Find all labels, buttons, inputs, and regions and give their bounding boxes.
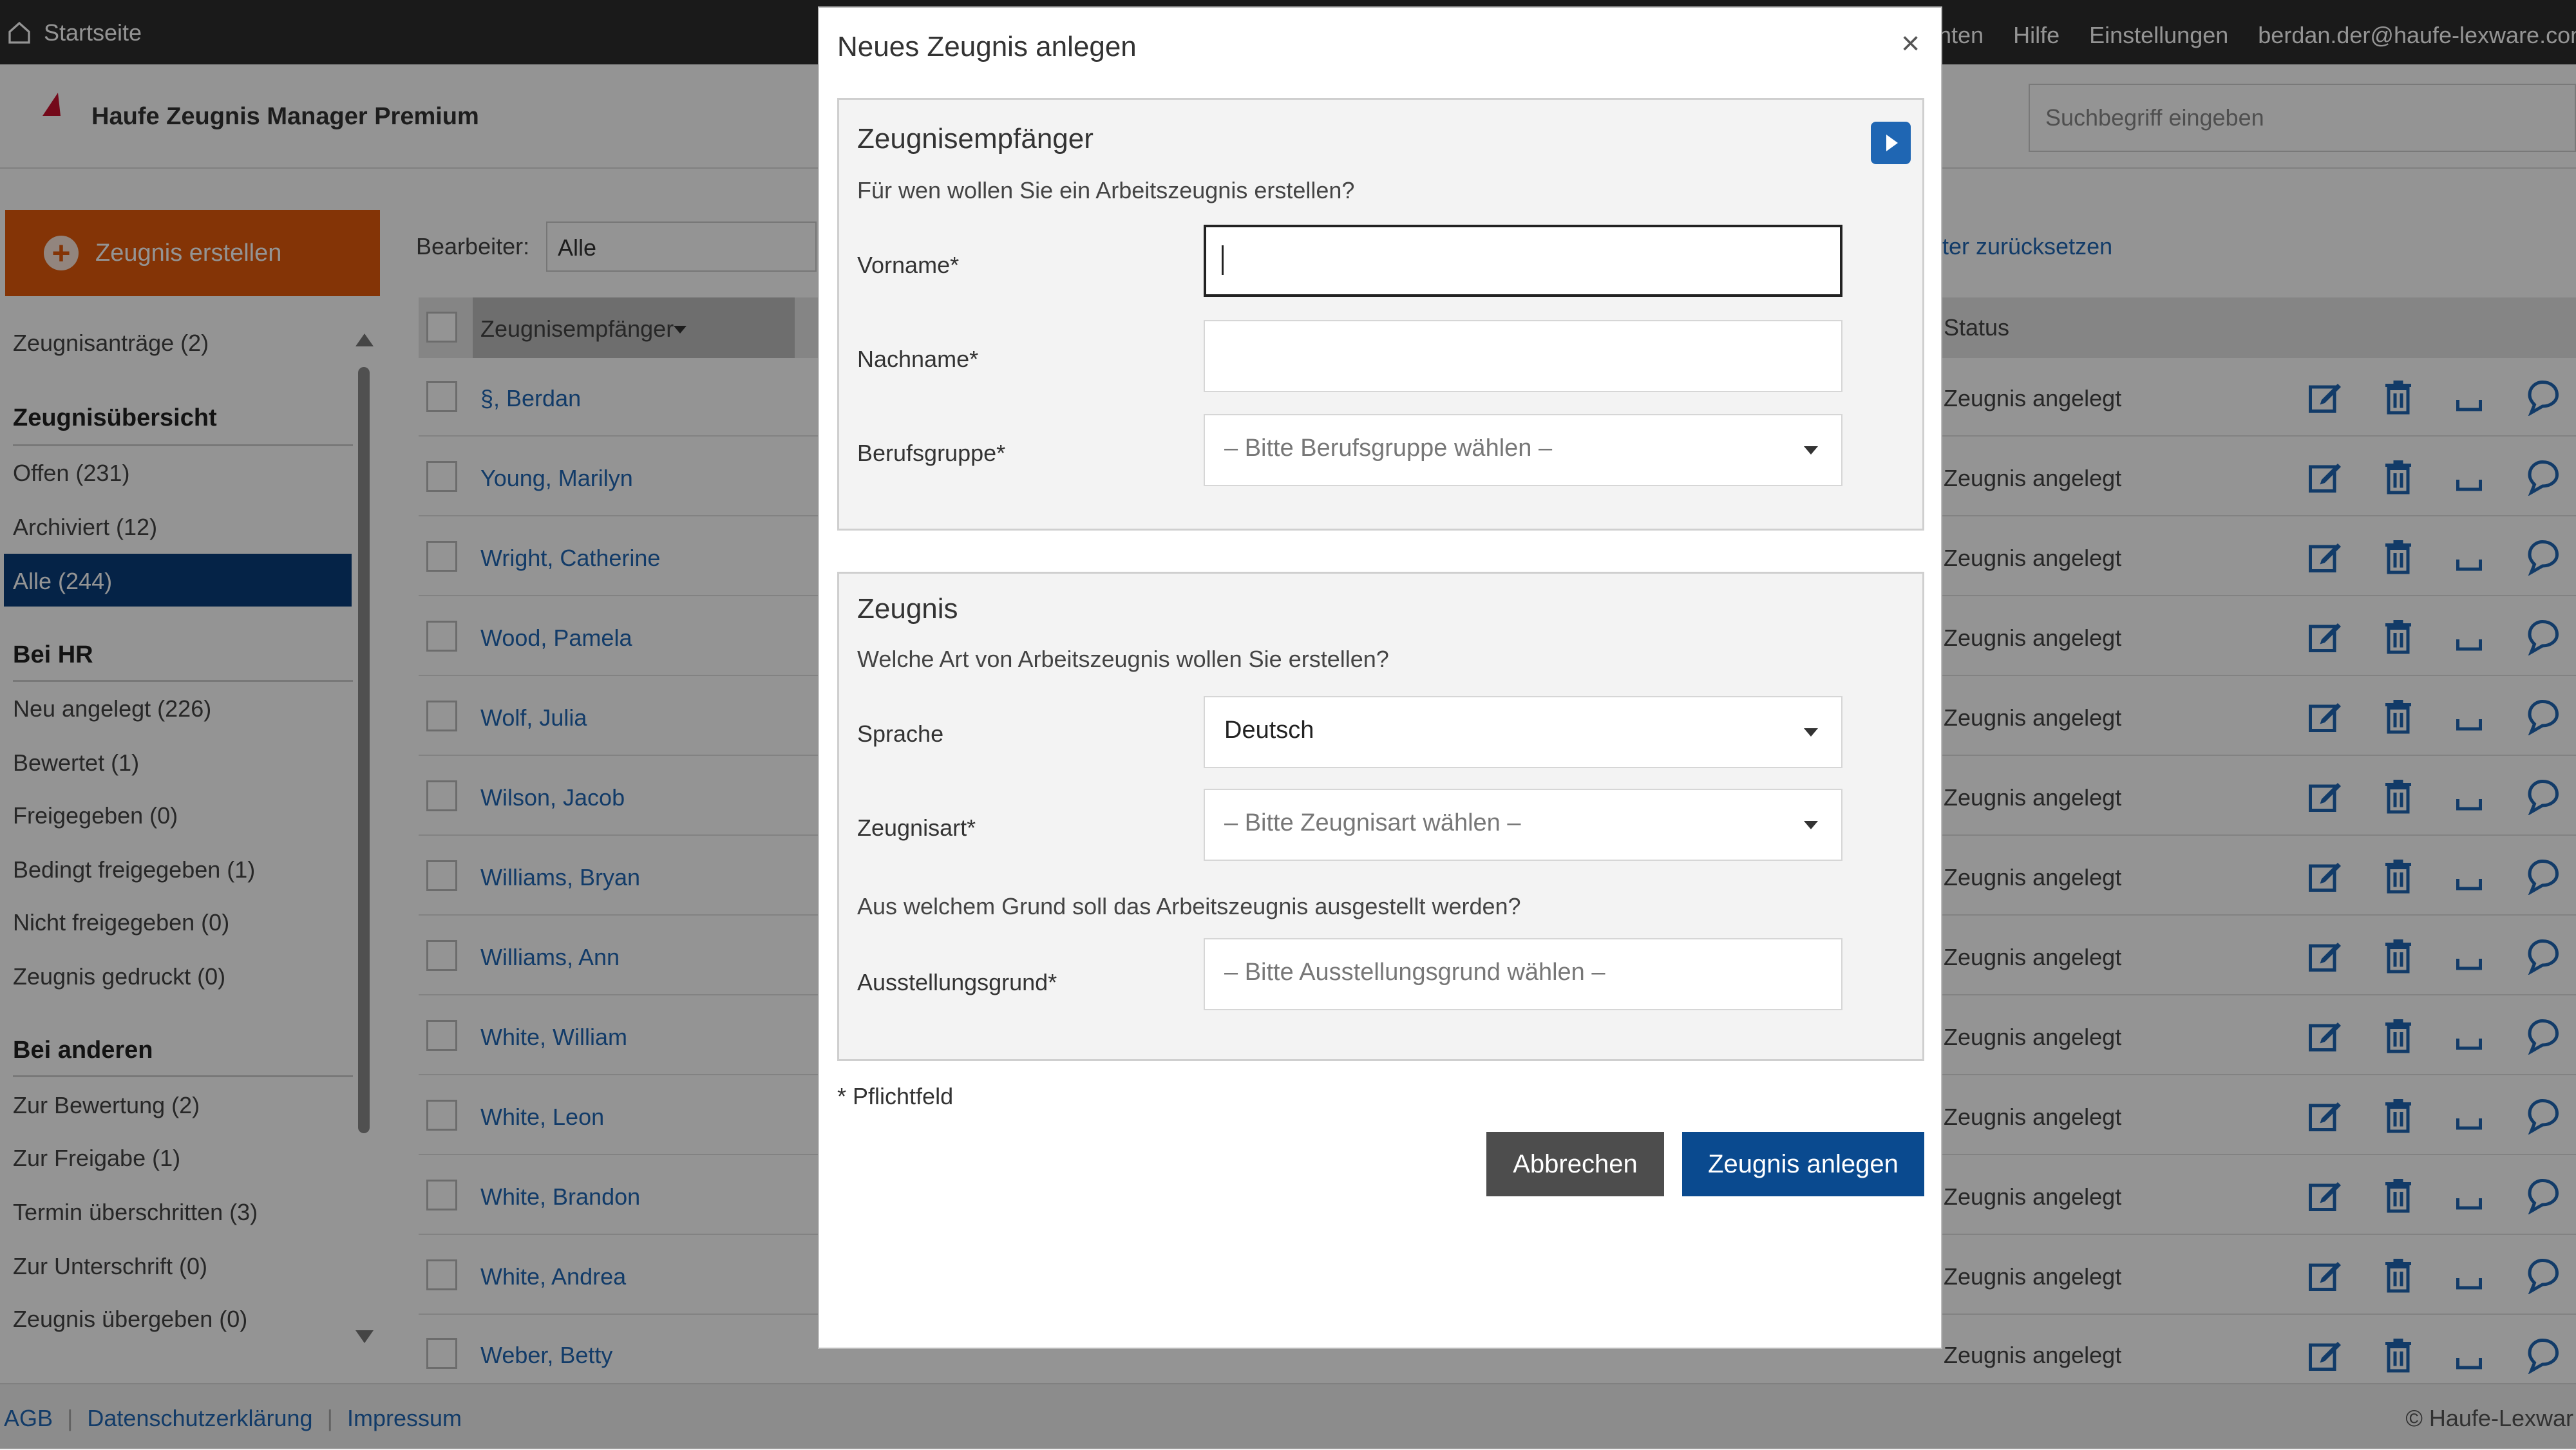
sprache-label: Sprache (857, 720, 944, 747)
berufsgruppe-select[interactable]: – Bitte Berufsgruppe wählen – (1204, 414, 1842, 486)
create-button[interactable]: Zeugnis anlegen (1682, 1132, 1924, 1196)
required-field-note: * Pflichtfeld (837, 1083, 954, 1109)
ausstellungsgrund-label: Ausstellungsgrund* (857, 969, 1057, 995)
zeugnisart-label: Zeugnisart* (857, 814, 976, 841)
text-caret (1222, 245, 1224, 275)
nachname-input[interactable] (1204, 320, 1842, 392)
new-certificate-dialog: Neues Zeugnis anlegen × Zeugnisempfänger… (818, 6, 1942, 1349)
zeugnisart-placeholder: – Bitte Zeugnisart wählen – (1224, 809, 1521, 836)
play-info-icon[interactable] (1871, 122, 1911, 164)
berufsgruppe-placeholder: – Bitte Berufsgruppe wählen – (1224, 435, 1553, 462)
close-icon[interactable]: × (1901, 24, 1920, 62)
recipient-panel: Zeugnisempfänger Für wen wollen Sie ein … (837, 98, 1924, 531)
berufsgruppe-label: Berufsgruppe* (857, 440, 1006, 466)
ausstellungsgrund-select[interactable]: – Bitte Ausstellungsgrund wählen – (1204, 938, 1842, 1010)
chevron-down-icon (1804, 446, 1818, 455)
nachname-label: Nachname* (857, 346, 979, 372)
vorname-label: Vorname* (857, 252, 960, 278)
chevron-down-icon (1804, 728, 1818, 737)
grund-question: Aus welchem Grund soll das Arbeitszeugni… (857, 893, 1521, 919)
certificate-panel-subtitle: Welche Art von Arbeitszeugnis wollen Sie… (857, 646, 1389, 672)
vorname-input[interactable] (1204, 225, 1842, 297)
cancel-button[interactable]: Abbrechen (1486, 1132, 1664, 1196)
zeugnisart-select[interactable]: – Bitte Zeugnisart wählen – (1204, 789, 1842, 861)
certificate-panel-title: Zeugnis (857, 593, 958, 625)
sprache-select[interactable]: Deutsch (1204, 696, 1842, 768)
sprache-value: Deutsch (1224, 717, 1314, 744)
chevron-down-icon (1804, 821, 1818, 829)
certificate-panel: Zeugnis Welche Art von Arbeitszeugnis wo… (837, 572, 1924, 1061)
recipient-panel-title: Zeugnisempfänger (857, 123, 1094, 155)
dialog-title: Neues Zeugnis anlegen (837, 31, 1137, 62)
recipient-panel-subtitle: Für wen wollen Sie ein Arbeitszeugnis er… (857, 177, 1355, 203)
